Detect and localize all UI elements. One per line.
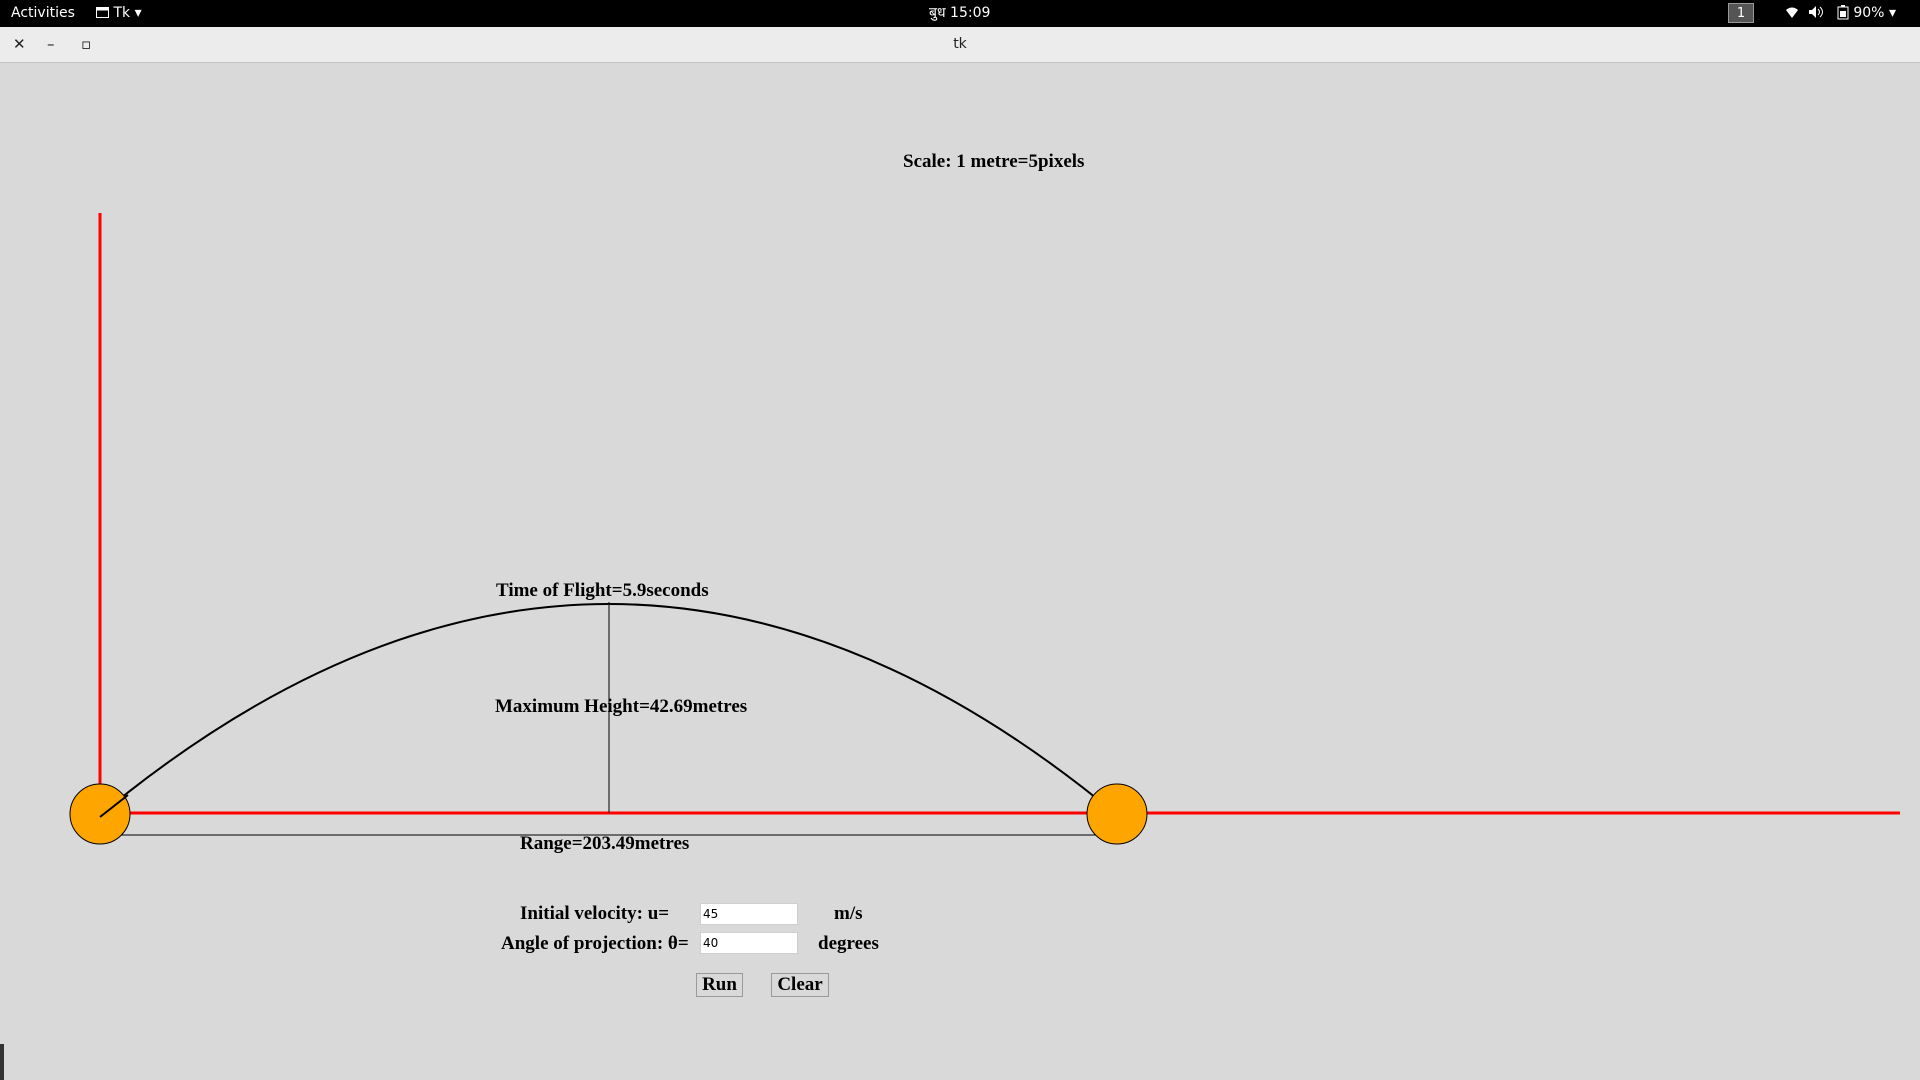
velocity-input[interactable] — [700, 903, 798, 925]
chevron-down-icon: ▾ — [134, 5, 142, 21]
workspace-indicator[interactable]: 1 — [1728, 3, 1754, 23]
max-height-label: Maximum Height=42.69metres — [495, 696, 748, 717]
angle-label: Angle of projection: θ= — [501, 933, 689, 954]
angle-unit: degrees — [818, 933, 879, 954]
battery-icon — [1837, 5, 1849, 20]
range-label: Range=203.49metres — [520, 833, 690, 854]
wifi-icon — [1786, 7, 1798, 18]
run-button[interactable]: Run — [696, 973, 743, 997]
velocity-label: Initial velocity: u= — [520, 903, 670, 924]
window-title: tk — [953, 36, 967, 52]
system-top-bar: Activities Tk ▾ बुध 15:09 1 90% ▾ — [0, 0, 1920, 27]
app-menu[interactable]: Tk ▾ — [96, 5, 142, 21]
landing-ball — [1086, 783, 1148, 845]
activities-button[interactable]: Activities — [11, 5, 75, 21]
bottom-edge-handle — [0, 1044, 4, 1080]
clear-button[interactable]: Clear — [771, 973, 829, 997]
angle-input[interactable] — [700, 932, 798, 954]
clock[interactable]: बुध 15:09 — [929, 5, 990, 21]
simulation-canvas: Scale: 1 metre=5pixels Time of Flight=5.… — [0, 63, 1920, 1080]
volume-icon — [1809, 6, 1824, 18]
status-menu[interactable]: 90% ▾ — [1784, 5, 1896, 21]
window-icon — [96, 7, 109, 18]
scale-label: Scale: 1 metre=5pixels — [903, 151, 1085, 172]
app-menu-label: Tk — [113, 5, 131, 21]
chevron-down-icon: ▾ — [1888, 5, 1896, 21]
time-of-flight-label: Time of Flight=5.9seconds — [496, 580, 709, 601]
canvas-drawing — [69, 213, 1900, 845]
start-ball — [69, 783, 131, 845]
velocity-unit: m/s — [834, 903, 863, 924]
window-title-bar: ✕ – ▫ tk — [0, 27, 1920, 63]
battery-percentage: 90% — [1853, 5, 1885, 21]
